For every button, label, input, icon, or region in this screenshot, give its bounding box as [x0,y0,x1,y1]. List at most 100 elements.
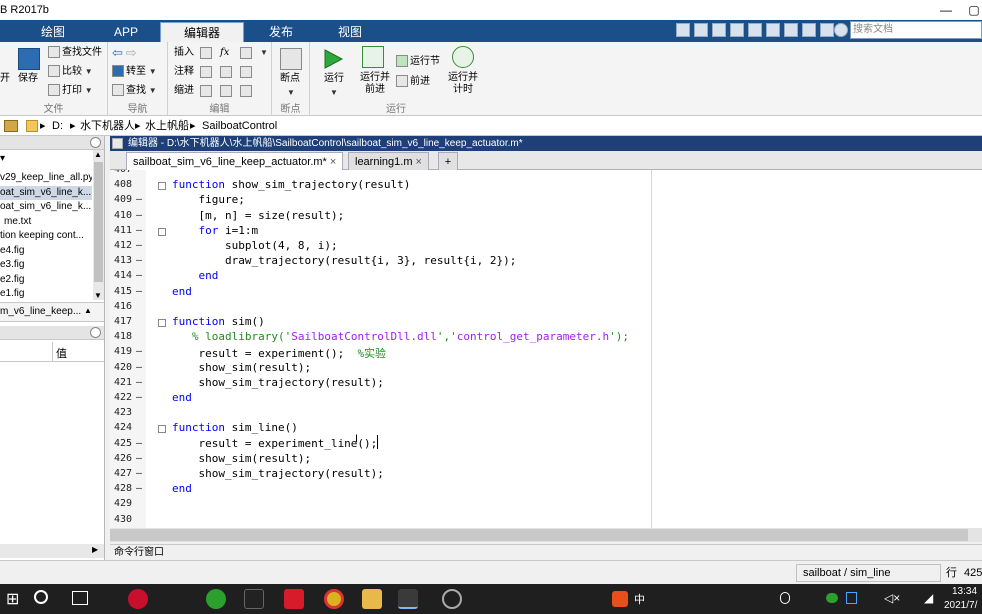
compare-button[interactable]: 比较 ▼ [48,65,93,79]
clock-time[interactable]: 13:34 [952,586,977,597]
breakpoint-marker[interactable]: – [136,377,142,388]
redo-icon[interactable] [784,23,798,37]
network-icon[interactable]: ◢ [924,591,933,605]
code-line[interactable]: result = experiment_line(); [172,437,377,450]
breakpoint-marker[interactable]: – [136,270,142,281]
indent-label[interactable]: 缩进 [174,84,194,98]
run-and-advance-button[interactable]: 运行并 前进 [360,72,390,96]
search-icon[interactable] [34,590,48,604]
list-item[interactable]: tion keeping cont... [0,229,92,243]
insert-dropdown-icon[interactable]: ▼ [260,48,268,57]
code-line[interactable]: show_sim(result); [172,361,311,374]
panel-menu-icon[interactable] [90,137,101,148]
editor-hscrollbar[interactable] [110,528,982,542]
search-input[interactable]: 搜索文档 [850,21,982,39]
code-line[interactable]: show_sim_trajectory(result); [172,467,383,480]
breakpoint-icon[interactable] [280,48,302,70]
run-icon[interactable] [322,48,344,70]
run-button[interactable]: 运行 [324,72,344,86]
list-item[interactable]: e3.fig [0,258,92,272]
volume-icon[interactable]: ◁× [884,591,900,605]
tab-view[interactable]: 视图 [318,22,382,42]
hscroll-thumb[interactable] [110,529,968,541]
code-line[interactable]: function sim() [172,315,265,328]
breadcrumb-folder-1[interactable]: 水下机器人 [80,116,135,136]
obs-icon[interactable] [442,589,462,609]
breakpoints-dropdown-icon[interactable]: ▼ [287,88,295,97]
code-line[interactable]: for i=1:m [172,224,259,237]
run-section-button[interactable]: 运行节 [396,55,440,69]
task-view-icon[interactable] [72,591,88,605]
list-item[interactable]: v29_keep_line_all.py [0,171,92,185]
tab-plots[interactable]: 绘图 [22,22,84,42]
find-files-button[interactable]: 查找文件 [48,46,102,60]
save-button[interactable]: 保存 [18,72,38,86]
netease-music-icon[interactable] [128,589,148,609]
scroll-down-icon[interactable]: ▼ [94,291,102,300]
code-line[interactable]: end [172,269,219,282]
workspace-menu-icon[interactable] [90,327,101,338]
breakpoint-marker[interactable]: – [136,255,142,266]
breakpoint-marker[interactable]: – [136,286,142,297]
scroll-up-icon[interactable]: ▲ [94,150,102,159]
run-and-time-icon[interactable] [452,46,474,68]
breakpoint-marker[interactable]: – [136,362,142,373]
tray-people-icon[interactable] [780,592,790,604]
panel-hscroll[interactable]: ▶ [0,544,104,558]
breadcrumb-folder-2[interactable]: 水上帆船 [145,116,189,136]
tab-learning1[interactable]: learning1.m × [348,152,429,170]
breakpoint-marker[interactable]: – [136,346,142,357]
smart-indent-icon[interactable] [200,85,212,97]
list-item[interactable]: e2.fig [0,273,92,287]
panel-scrollbar[interactable]: ▲ ▼ [93,150,104,300]
breadcrumb-drive[interactable]: D: [52,116,63,136]
copy-icon[interactable] [730,23,744,37]
run-and-time-button[interactable]: 运行并 计时 [448,72,478,96]
increase-indent-icon[interactable] [220,85,232,97]
uncomment-icon[interactable] [220,66,232,78]
list-item[interactable]: e1.fig [0,287,92,301]
details-toggle-icon[interactable]: ▲ [84,306,92,315]
code-line[interactable]: subplot(4, 8, i); [172,239,338,252]
matlab-icon[interactable] [398,589,418,609]
fx-icon[interactable]: fx [220,46,229,60]
value-column-header[interactable]: 值 [56,345,67,361]
switch-windows-icon[interactable] [802,23,816,37]
qq-icon[interactable] [244,589,264,609]
scroll-thumb[interactable] [94,162,103,282]
insert-section-icon[interactable] [240,47,252,59]
breakpoint-marker[interactable]: – [136,240,142,251]
code-line[interactable]: draw_trajectory(result{i, 3}, result{i, … [172,254,516,267]
tab-sailboat-file[interactable]: sailboat_sim_v6_line_keep_actuator.m* × [126,152,344,170]
code-line[interactable]: function show_sim_trajectory(result) [172,178,410,191]
list-item[interactable]: oat_sim_v6_line_k... [0,200,92,214]
insert-label[interactable]: 插入 [174,46,194,60]
tab-apps[interactable]: APP [96,22,156,42]
list-item[interactable]: e4.fig [0,244,92,258]
tab-publish[interactable]: 发布 [250,22,312,42]
address-bar[interactable]: ▸ D: ▸ 水下机器人 ▸ 水上帆船 ▸ SailboatControl [0,116,982,136]
breakpoint-marker[interactable]: – [136,483,142,494]
ime-app-icon[interactable] [612,591,628,607]
column-divider[interactable] [52,342,53,362]
wechat-icon[interactable] [206,589,226,609]
fold-toggle-icon[interactable] [158,227,166,236]
cut-icon[interactable] [712,23,726,37]
fold-toggle-icon[interactable] [158,182,166,191]
dropdown-icon[interactable] [820,23,834,37]
help-icon[interactable] [834,23,848,37]
file-explorer-icon[interactable] [362,589,382,609]
code-line[interactable]: function sim_line() [172,421,298,434]
code-editor[interactable]: 407408409–410–411–412–413–414–415–416417… [110,170,982,528]
breakpoint-marker[interactable]: – [136,438,142,449]
up-folder-icon[interactable] [4,120,18,132]
paste-icon[interactable] [748,23,762,37]
scroll-right-icon[interactable]: ▶ [92,545,98,554]
code-line[interactable]: [m, n] = size(result); [172,209,344,222]
youdao-icon[interactable] [284,589,304,609]
back-forward-arrows[interactable]: ⇦ ⇨ [112,46,137,62]
start-icon[interactable]: ⊞ [6,589,19,609]
breakpoint-marker[interactable]: – [136,194,142,205]
goto-button[interactable]: 转至 ▼ [112,65,157,79]
tray-shield-icon[interactable] [846,592,857,604]
